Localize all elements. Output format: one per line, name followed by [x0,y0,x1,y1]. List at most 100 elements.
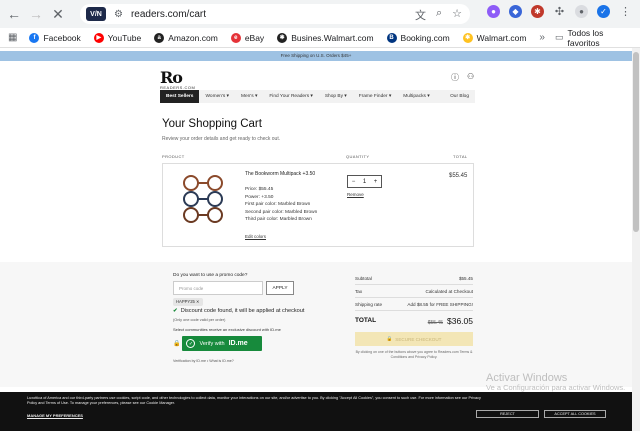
booking-icon: B [386,32,397,43]
manage-preferences-link[interactable]: MANAGE MY PREFERENCES [27,413,83,418]
bookmark-item[interactable]: B Booking.com [386,32,450,43]
site-logo[interactable]: Ro READERS.COM [160,68,195,90]
bookmark-item[interactable]: a Amazon.com [154,32,218,43]
extension-purple-icon[interactable]: ● [487,5,500,18]
bookmark-item[interactable]: f Facebook [29,32,81,43]
bookmark-item[interactable]: ✱ Walmart.com [462,32,526,43]
discount-message: ✔ Discount code found, it will be applied… [173,308,304,314]
bookmark-label: YouTube [107,32,142,43]
scrollbar-thumb[interactable] [633,52,639,232]
nav-item[interactable]: Best Sellers [160,90,200,103]
nav-item[interactable]: Our Blog [444,90,475,103]
verify-label: Verify with [199,340,225,347]
tax-label: Tax [355,288,363,294]
back-icon[interactable]: ← [3,3,25,25]
product-detail-line: First pair color: Marbled Brown [245,202,311,207]
windows-activation-watermark: Activar Windows Ve a Configuración para … [486,372,636,392]
new-total: $36.05 [447,315,473,326]
product-detail-line: Third pair color: Marbled Brown [245,217,312,222]
security-shield-icon[interactable]: ✓ [597,5,610,18]
bookmark-label: eBay [244,32,265,43]
walmart-business-icon: ✱ [277,32,288,43]
reject-cookies-button[interactable]: REJECT [476,410,539,418]
accept-cookies-button[interactable]: ACCEPT ALL COOKIES [544,410,606,418]
subtotal-value: $55.45 [458,275,473,281]
promo-chip[interactable]: HAPPY25 ✕ [173,298,203,306]
nav-item[interactable]: Frame Finder ▾ [353,90,398,103]
verify-check-icon: ✓ [186,339,196,348]
bookmark-item[interactable]: e eBay [230,32,265,43]
checkout-lock-icon: 🔒 [386,336,393,341]
stop-loading-icon[interactable]: ✕ [47,3,69,25]
zoom-icon[interactable]: ⌕ [436,7,442,23]
facebook-icon: f [29,32,40,43]
promo-code-input[interactable]: Promo code [173,281,263,295]
remove-link[interactable]: Remove [347,192,364,197]
secure-checkout-button[interactable]: 🔒 SECURE CHECKOUT [355,332,473,346]
total-row: TOTAL $55.45 $36.05 [355,313,473,328]
qty-plus-button[interactable]: + [374,179,378,185]
extension-shield-icon[interactable]: ◆ [509,5,522,18]
nav-item[interactable]: Men's ▾ [235,90,263,103]
nav-item[interactable]: Find Your Readers ▾ [263,90,318,103]
menu-dots-icon[interactable]: ⋮ [619,5,632,18]
bookmarks-overflow-icon[interactable]: » [539,32,545,43]
all-bookmarks-link[interactable]: Todos los favoritos [568,28,635,48]
quantity-stepper: − 1 + [347,175,382,188]
bookmark-label: Amazon.com [168,32,218,43]
help-icon[interactable]: ⓘ [451,72,459,83]
page-title: Your Shopping Cart [162,118,262,130]
idme-logo: ID.me [228,340,248,347]
apps-grid-icon[interactable]: ▦ [8,32,17,43]
lock-icon: 🔒 [173,341,181,347]
col-quantity-header: QUANTITY [346,154,370,159]
terms-note: By clicking on one of the buttons above … [355,350,473,359]
product-name[interactable]: The Bookworm Multipack +3.50 [245,171,325,178]
extensions-puzzle-icon[interactable]: ✣ [553,5,566,18]
qty-minus-button[interactable]: − [352,179,356,185]
idme-note[interactable]: Verification by ID.me • What is ID.me? [173,359,234,363]
one-code-note: (Only one code valid per order) [173,318,226,322]
col-total-header: TOTAL [453,154,468,159]
url-text[interactable]: readers.com/cart [131,9,206,20]
forward-icon[interactable]: → [25,3,47,25]
nav-item[interactable]: Shop By ▾ [319,90,353,103]
cart-item: The Bookworm Multipack +3.50 Price: $55.… [162,163,474,247]
discount-message-text: Discount code found, it will be applied … [180,308,305,314]
edit-colors-link[interactable]: Edit colors [245,234,266,239]
product-detail-line: Second pair color: Marbled Brown [245,209,318,215]
apply-button[interactable]: APPLY [266,281,294,295]
checkout-label: SECURE CHECKOUT [395,336,442,342]
site-info-icon[interactable]: ⚙ [114,9,123,20]
glasses-product-image[interactable] [177,173,233,225]
activate-subtitle: Ve a Configuración para activar Windows. [486,383,626,392]
site-badge-icon: V/N [86,7,106,21]
address-bar[interactable]: V/N ⚙ readers.com/cart 文 ⌕ ☆ [80,4,470,24]
translate-icon[interactable]: 文 [415,7,426,23]
verify-idme-button[interactable]: ✓ Verify with ID.me [182,336,263,351]
free-shipping-strip: Free Shipping on U.S. Orders $45+ [0,51,632,61]
order-summary: Subtotal $55.45 Tax Calculated at Checkout… [355,272,473,360]
checkout-section [0,262,632,387]
profile-avatar-icon[interactable]: ● [575,5,588,18]
shipping-value: Add $8.55 for FREE SHIPPING! [407,301,473,307]
product-detail-line: Power: +3.50 [245,194,274,200]
nav-item[interactable]: Women's ▾ [199,90,235,103]
walmart-icon: ✱ [462,32,473,43]
product-details: Price: $55.45 Power: +3.50 First pair colo… [245,186,325,224]
bookmark-item[interactable]: ✱ Busines.Walmart.com [277,32,374,43]
idme-exclusive-text: Select communities receive an exclusive … [173,327,281,332]
account-icon[interactable]: ⚇ [467,72,474,83]
nav-item[interactable]: Multipacks ▾ [397,90,435,103]
subtotal-label: Subtotal [355,275,372,281]
col-product-header: PRODUCT [162,154,185,159]
amazon-icon: a [154,32,165,43]
qty-value[interactable]: 1 [363,179,366,185]
shipping-row: Shipping rate Add $8.55 for FREE SHIPPING… [355,298,473,311]
bookmark-item[interactable]: ▶ YouTube [93,32,142,43]
extension-bug-icon[interactable]: ✱ [531,5,544,18]
promo-question: Do you want to use a promo code? [173,273,248,278]
shipping-label: Shipping rate [355,301,383,307]
bookmark-star-icon[interactable]: ☆ [452,7,462,23]
tax-row: Tax Calculated at Checkout [355,285,473,298]
